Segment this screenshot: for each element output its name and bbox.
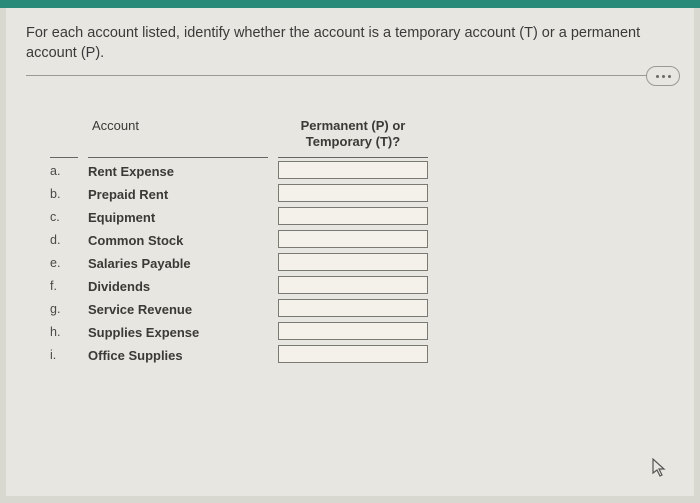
header-account: Account bbox=[88, 118, 268, 157]
row-label: g. bbox=[50, 296, 78, 319]
header-type-line1: Permanent (P) or bbox=[301, 118, 406, 133]
ellipsis-icon bbox=[668, 75, 671, 78]
row-account: Supplies Expense bbox=[88, 319, 268, 342]
more-options-button[interactable] bbox=[646, 66, 680, 86]
header-type: Permanent (P) or Temporary (T)? bbox=[278, 118, 428, 157]
divider bbox=[26, 75, 674, 76]
row-label: a. bbox=[50, 158, 78, 181]
row-input-e[interactable] bbox=[278, 253, 428, 271]
question-text: For each account listed, identify whethe… bbox=[26, 24, 674, 75]
row-label: e. bbox=[50, 250, 78, 273]
row-account: Dividends bbox=[88, 273, 268, 296]
cursor-icon bbox=[652, 458, 668, 478]
ellipsis-icon bbox=[656, 75, 659, 78]
row-input-c[interactable] bbox=[278, 207, 428, 225]
row-input-f[interactable] bbox=[278, 276, 428, 294]
row-account: Prepaid Rent bbox=[88, 181, 268, 204]
page-body: For each account listed, identify whethe… bbox=[6, 8, 694, 496]
row-account: Common Stock bbox=[88, 227, 268, 250]
row-label: i. bbox=[50, 342, 78, 365]
row-input-g[interactable] bbox=[278, 299, 428, 317]
row-account: Salaries Payable bbox=[88, 250, 268, 273]
row-label: f. bbox=[50, 273, 78, 296]
row-label: c. bbox=[50, 204, 78, 227]
row-account: Rent Expense bbox=[88, 158, 268, 181]
row-input-d[interactable] bbox=[278, 230, 428, 248]
header-type-line2: Temporary (T)? bbox=[306, 134, 400, 149]
row-input-i[interactable] bbox=[278, 345, 428, 363]
row-label: h. bbox=[50, 319, 78, 342]
row-input-h[interactable] bbox=[278, 322, 428, 340]
window-top-accent bbox=[0, 0, 700, 8]
header-spacer bbox=[50, 118, 78, 157]
row-label: b. bbox=[50, 181, 78, 204]
accounts-table: Account Permanent (P) or Temporary (T)? … bbox=[50, 118, 674, 365]
ellipsis-icon bbox=[662, 75, 665, 78]
row-label: d. bbox=[50, 227, 78, 250]
row-account: Equipment bbox=[88, 204, 268, 227]
row-input-b[interactable] bbox=[278, 184, 428, 202]
row-account: Office Supplies bbox=[88, 342, 268, 365]
row-account: Service Revenue bbox=[88, 296, 268, 319]
row-input-a[interactable] bbox=[278, 161, 428, 179]
